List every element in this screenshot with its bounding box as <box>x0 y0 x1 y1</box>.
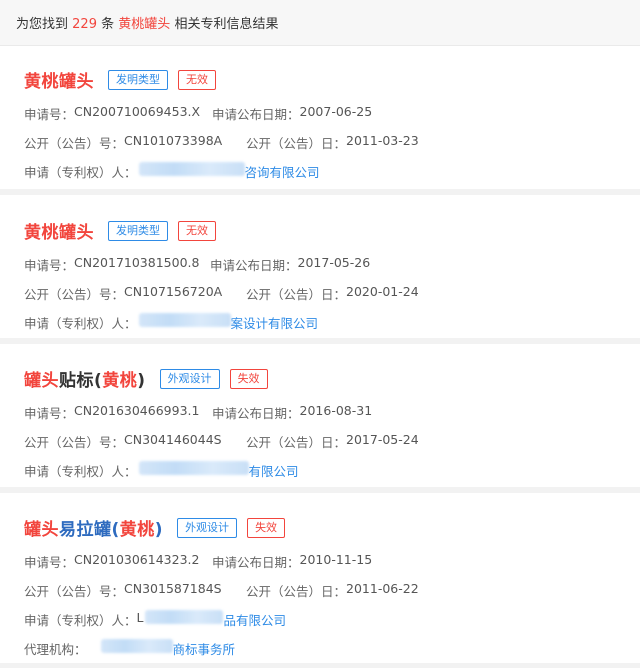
status-badge: 失效 <box>247 517 286 538</box>
app-pub-date-label: 申请公布日期： <box>212 555 300 570</box>
app-no-label: 申请号： <box>24 107 75 122</box>
app-no-value: CN201030614323.2 <box>74 552 200 567</box>
applicant-prefix: L <box>136 610 144 625</box>
pub-no-label: 公开（公告）号： <box>24 287 125 302</box>
pub-date-label: 公开（公告）日： <box>246 435 347 450</box>
applicant-link[interactable]: 案设计有限公司 <box>231 313 319 332</box>
pub-no-label: 公开（公告）号： <box>24 435 125 450</box>
redacted-block <box>138 313 231 327</box>
search-result-summary: 为您找到 229 条 黄桃罐头 相关专利信息结果 <box>0 0 640 46</box>
patent-type-tag: 发明类型 <box>108 69 168 90</box>
patent-title-link[interactable]: 罐头贴标(黄桃) <box>24 366 146 391</box>
title-segment: 黄桃 <box>119 520 155 540</box>
summary-prefix: 为您找到 <box>16 17 69 32</box>
app-no-label: 申请号： <box>24 258 75 273</box>
pub-date-label: 公开（公告）日： <box>246 136 347 151</box>
applicant-label: 申请（专利权）人： <box>24 613 137 628</box>
title-segment: ) <box>154 520 164 540</box>
patent-type-tag: 外观设计 <box>177 517 238 538</box>
app-pub-date-label: 申请公布日期： <box>212 107 300 122</box>
title-segment: 黄桃罐头 <box>24 223 94 243</box>
app-pub-date-label: 申请公布日期： <box>212 406 300 421</box>
applicant-label: 申请（专利权）人： <box>24 165 137 180</box>
app-no-label: 申请号： <box>24 555 75 570</box>
pub-date-value: 2011-06-22 <box>346 581 419 596</box>
title-segment: 罐头 <box>24 371 59 391</box>
pub-date-value: 2017-05-24 <box>346 432 419 447</box>
redacted-block <box>138 162 245 176</box>
patent-card[interactable]: 罐头贴标(黄桃) 外观设计 失效 申请号： CN201630466993.1 申请… <box>0 344 640 487</box>
title-segment: 罐头 <box>24 520 59 540</box>
pub-no-value: CN101073398A <box>124 133 223 148</box>
pub-date-value: 2011-03-23 <box>346 133 419 148</box>
search-keyword: 黄桃罐头 <box>118 17 171 32</box>
patent-card[interactable]: 黄桃罐头 发明类型 无效 申请号： CN201710381500.8 申请公布日期… <box>0 195 640 338</box>
title-segment: 易拉罐( <box>59 520 120 540</box>
pub-no-value: CN301587184S <box>124 581 222 596</box>
app-pub-date-value: 2017-05-26 <box>297 255 371 270</box>
redacted-block <box>100 639 173 653</box>
applicant-link[interactable]: 品有限公司 <box>223 610 286 629</box>
pub-no-value: CN304146044S <box>124 432 222 447</box>
patent-card[interactable]: 黄桃罐头 发明类型 无效 申请号： CN200710069453.X 申请公布日期… <box>0 46 640 189</box>
status-badge: 无效 <box>178 220 216 241</box>
applicant-link[interactable]: 咨询有限公司 <box>245 162 320 181</box>
agency-link[interactable]: 商标事务所 <box>173 639 236 658</box>
patent-type-tag: 外观设计 <box>159 368 220 389</box>
title-segment: 黄桃 <box>102 371 138 391</box>
patent-card[interactable]: 罐头易拉罐(黄桃) 外观设计 失效 申请号： CN201030614323.2 申… <box>0 493 640 663</box>
summary-suffix: 相关专利信息结果 <box>174 17 279 32</box>
app-no-value: CN201710381500.8 <box>74 255 200 270</box>
app-no-value: CN201630466993.1 <box>74 403 200 418</box>
app-pub-date-label: 申请公布日期： <box>210 258 298 273</box>
app-pub-date-value: 2016-08-31 <box>299 403 373 418</box>
status-badge: 失效 <box>229 368 268 389</box>
title-segment: 贴标( <box>59 371 103 391</box>
patent-type-tag: 发明类型 <box>108 220 168 241</box>
pub-date-value: 2020-01-24 <box>346 284 419 299</box>
summary-unit: 条 <box>101 17 115 32</box>
app-pub-date-value: 2010-11-15 <box>299 552 373 567</box>
patent-result-list: 黄桃罐头 发明类型 无效 申请号： CN200710069453.X 申请公布日期… <box>0 46 640 663</box>
pub-no-value: CN107156720A <box>124 284 223 299</box>
result-count: 229 <box>72 17 97 32</box>
app-pub-date-value: 2007-06-25 <box>299 104 373 119</box>
pub-no-label: 公开（公告）号： <box>24 136 125 151</box>
patent-title-link[interactable]: 罐头易拉罐(黄桃) <box>24 515 163 540</box>
redacted-block <box>138 461 249 475</box>
pub-date-label: 公开（公告）日： <box>246 584 347 599</box>
applicant-label: 申请（专利权）人： <box>24 464 137 479</box>
applicant-link[interactable]: 有限公司 <box>249 461 299 480</box>
pub-date-label: 公开（公告）日： <box>246 287 347 302</box>
title-segment: 黄桃罐头 <box>24 72 94 92</box>
patent-title-link[interactable]: 黄桃罐头 <box>24 218 94 243</box>
title-segment: ) <box>137 371 146 391</box>
patent-title-link[interactable]: 黄桃罐头 <box>24 67 94 92</box>
pub-no-label: 公开（公告）号： <box>24 584 125 599</box>
app-no-value: CN200710069453.X <box>74 104 201 119</box>
redacted-block <box>145 610 224 624</box>
applicant-label: 申请（专利权）人： <box>24 316 137 331</box>
status-badge: 无效 <box>178 69 216 90</box>
agency-label: 代理机构： <box>24 642 87 657</box>
app-no-label: 申请号： <box>24 406 75 421</box>
